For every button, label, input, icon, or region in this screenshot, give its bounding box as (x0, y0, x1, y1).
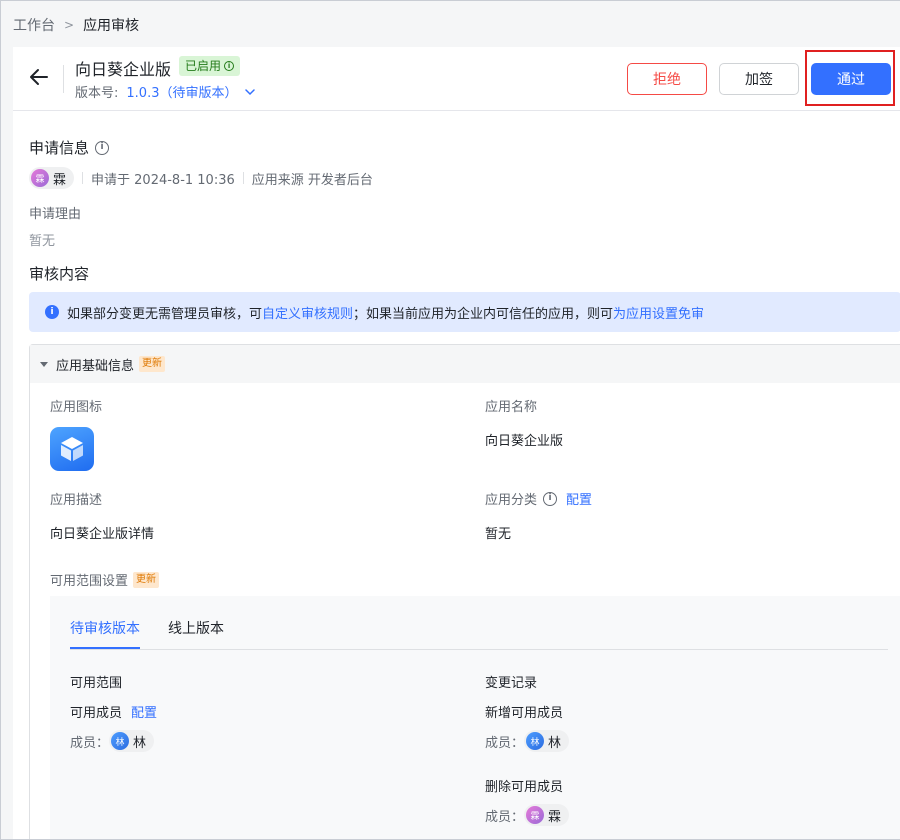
applicant-name: 霖 (53, 172, 67, 188)
added-member-row: 成员： 林 林 (485, 730, 570, 752)
window-frame: 工作台 > 应用审核 向日葵企业版 已启用 i 版本号: 1.0.3（待审版本）… (0, 0, 900, 840)
app-name-label: 应用名称 (485, 400, 538, 415)
members-config-link[interactable]: 配置 (131, 702, 157, 721)
info-icon[interactable]: i (224, 61, 235, 71)
version-row: 版本号: 1.0.3（待审版本） (75, 82, 256, 101)
member-chip[interactable]: 林 林 (109, 730, 155, 752)
approve-button[interactable]: 通过 (811, 63, 891, 95)
cube-icon (61, 437, 83, 461)
added-members-title: 新增可用成员 (485, 706, 564, 721)
app-desc-value: 向日葵企业版详情 (50, 527, 155, 542)
header-divider (63, 65, 64, 93)
app-category-value: 暂无 (485, 527, 512, 542)
reason-label: 申请理由 (29, 207, 82, 222)
notice-text-mid: ；如果当前应用为企业内可信任的应用，则可 (353, 306, 614, 322)
reject-button[interactable]: 拒绝 (627, 63, 707, 95)
applicant-row: 霖 霖 申请于 2024-8-1 10:36 应用来源 开发者后台 (29, 167, 373, 189)
removed-member-chip[interactable]: 霖 霖 (524, 804, 570, 826)
removed-members-title: 删除可用成员 (485, 780, 564, 795)
tab-pending-version[interactable]: 待审核版本 (70, 618, 140, 638)
removed-member-row: 成员： 霖 霖 (485, 804, 570, 826)
application-info-label: 申请信息 (29, 139, 90, 157)
version-label: 版本号: (75, 86, 119, 101)
breadcrumb-workbench[interactable]: 工作台 (13, 15, 55, 35)
notice-banner: i 如果部分变更无需管理员审核，可 自定义审核规则 ；如果当前应用为企业内可信任… (29, 292, 900, 332)
scope-tabs: 待审核版本 线上版本 (70, 596, 888, 650)
avatar: 林 (526, 732, 545, 750)
breadcrumb-current: 应用审核 (83, 18, 140, 34)
app-desc-label: 应用描述 (50, 493, 103, 508)
member-prefix: 成员： (485, 735, 525, 751)
review-content-title: 审核内容 (29, 265, 90, 283)
info-icon: i (45, 305, 59, 319)
chevron-down-icon[interactable] (245, 87, 256, 97)
app-category-label: 应用分类 (485, 493, 538, 508)
version-select[interactable]: 1.0.3（待审版本） (126, 82, 237, 101)
caret-down-icon (40, 361, 48, 367)
member-prefix: 成员： (70, 735, 110, 751)
app-logo (50, 427, 94, 471)
change-log-title: 变更记录 (485, 676, 538, 691)
reason-value: 暂无 (29, 234, 56, 249)
divider (242, 172, 244, 184)
scope-panel: 待审核版本 线上版本 可用范围 可用成员 配置 成员： 林 林 变更记录 新增可… (50, 596, 900, 839)
arrow-left-icon[interactable] (27, 65, 51, 89)
info-icon[interactable]: i (95, 140, 110, 155)
tab-online-version[interactable]: 线上版本 (168, 618, 224, 638)
category-config-link[interactable]: 配置 (566, 489, 592, 508)
main-content: 申请信息 i 霖 霖 申请于 2024-8-1 10:36 应用来源 开发者后台… (13, 111, 900, 839)
removed-member-name: 霖 (548, 809, 562, 825)
scope-settings-row: 可用范围设置 更新 (50, 570, 160, 589)
applicant-chip[interactable]: 霖 霖 (29, 167, 75, 189)
notice-text-prefix: 如果部分变更无需管理员审核，可 (67, 306, 263, 322)
chevron-right-icon: > (64, 18, 75, 32)
app-title: 向日葵企业版 (75, 60, 172, 79)
update-tag: 更新 (133, 571, 160, 588)
added-member-chip[interactable]: 林 林 (524, 730, 570, 752)
avatar: 霖 (31, 169, 49, 187)
avatar: 霖 (526, 806, 545, 824)
available-range-title: 可用范围 (70, 676, 123, 691)
member-name: 林 (133, 735, 147, 751)
update-tag: 更新 (139, 356, 166, 372)
app-icon-label: 应用图标 (50, 400, 103, 415)
status-badge: 已启用 i (179, 56, 241, 76)
info-icon[interactable]: i (543, 491, 558, 506)
applied-time: 申请于 2024-8-1 10:36 (91, 172, 235, 188)
app-category-row: 应用分类 i 配置 (485, 489, 592, 508)
custom-rules-link[interactable]: 自定义审核规则 (262, 303, 353, 322)
basic-info-panel: 应用基础信息 更新 应用图标 应用名称 向日葵企业版 应用描述 向日葵企业版详情… (29, 344, 900, 839)
available-members-row: 可用成员 配置 (70, 702, 157, 721)
status-badge-label: 已启用 (185, 59, 222, 73)
divider (82, 172, 84, 184)
member-prefix: 成员： (485, 809, 525, 825)
scope-settings-label: 可用范围设置 (50, 574, 129, 589)
tab-indicator (70, 647, 140, 649)
basic-info-title: 应用基础信息 (56, 358, 135, 374)
app-name-value: 向日葵企业版 (485, 434, 564, 449)
add-signer-button[interactable]: 加签 (719, 63, 799, 95)
available-members-label: 可用成员 (70, 706, 123, 721)
app-source: 应用来源 开发者后台 (251, 172, 373, 188)
breadcrumb: 工作台 > 应用审核 (13, 15, 139, 35)
page-header: 向日葵企业版 已启用 i 版本号: 1.0.3（待审版本） 拒绝 加签 通过 (13, 47, 900, 111)
avatar: 林 (111, 732, 130, 750)
member-row: 成员： 林 林 (70, 730, 155, 752)
application-info-title: 申请信息 i (29, 137, 110, 158)
exempt-review-link[interactable]: 为应用设置免审 (613, 303, 704, 322)
added-member-name: 林 (548, 735, 562, 751)
basic-info-header[interactable]: 应用基础信息 更新 (30, 345, 900, 383)
